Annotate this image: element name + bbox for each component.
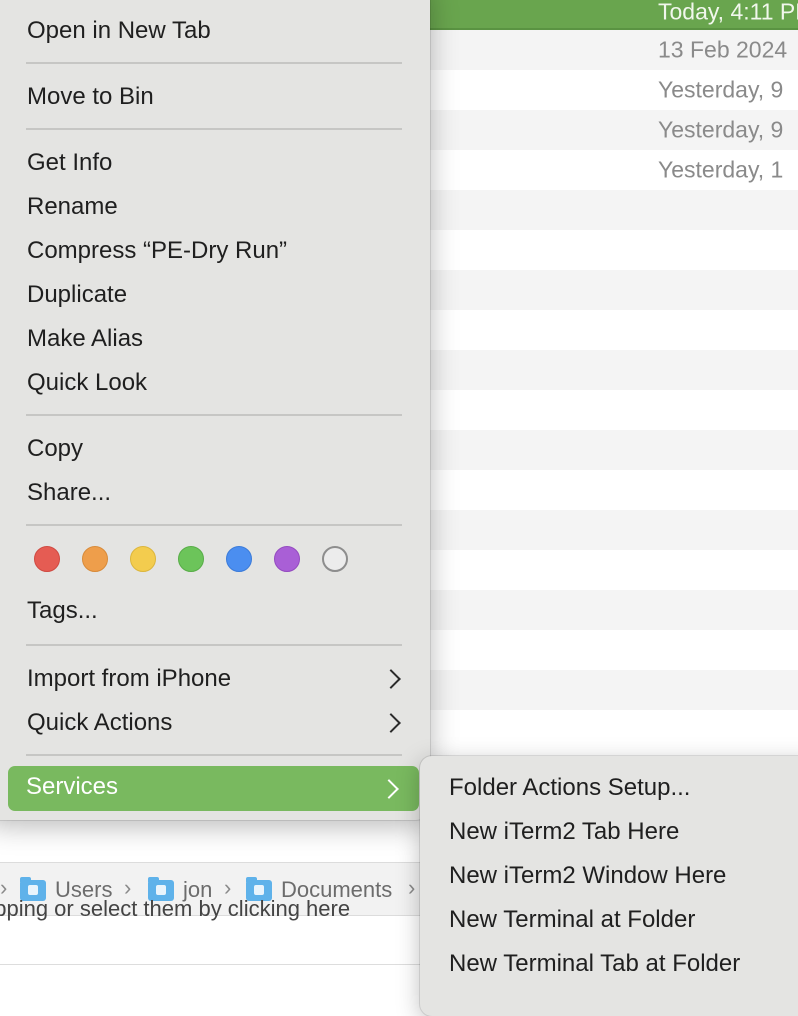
- tag-gray[interactable]: [322, 546, 348, 572]
- menu-item-services[interactable]: Services: [8, 766, 419, 811]
- menu-separator: [26, 524, 402, 526]
- chevron-right-icon: [379, 779, 399, 799]
- menu-separator: [26, 414, 402, 416]
- chevron-right-icon: [381, 713, 401, 733]
- menu-item-open-in-new-tab[interactable]: Open in New Tab: [27, 16, 211, 46]
- submenu-item-new-iterm2-window[interactable]: New iTerm2 Window Here: [449, 861, 726, 891]
- tag-yellow[interactable]: [130, 546, 156, 572]
- submenu-item-new-terminal-tab-at-folder[interactable]: New Terminal Tab at Folder: [449, 949, 740, 979]
- tag-purple[interactable]: [274, 546, 300, 572]
- tag-blue[interactable]: [226, 546, 252, 572]
- menu-item-rename[interactable]: Rename: [27, 192, 118, 222]
- menu-item-move-to-bin[interactable]: Move to Bin: [27, 82, 154, 112]
- menu-separator: [26, 754, 402, 756]
- file-date: Today, 4:11 PM: [658, 0, 798, 25]
- menu-item-duplicate[interactable]: Duplicate: [27, 280, 127, 310]
- menu-item-get-info[interactable]: Get Info: [27, 148, 112, 178]
- submenu-item-folder-actions-setup[interactable]: Folder Actions Setup...: [449, 773, 690, 803]
- menu-separator: [26, 62, 402, 64]
- menu-item-share[interactable]: Share...: [27, 478, 111, 508]
- menu-item-quick-actions[interactable]: Quick Actions: [27, 708, 172, 738]
- menu-item-import-from-iphone[interactable]: Import from iPhone: [27, 664, 231, 694]
- menu-item-tags[interactable]: Tags...: [27, 596, 98, 626]
- file-date: Yesterday, 9: [658, 76, 784, 103]
- menu-item-compress[interactable]: Compress “PE-Dry Run”: [27, 236, 287, 266]
- submenu-item-new-iterm2-tab[interactable]: New iTerm2 Tab Here: [449, 817, 679, 847]
- menu-item-copy[interactable]: Copy: [27, 434, 83, 464]
- tag-green[interactable]: [178, 546, 204, 572]
- file-date: 13 Feb 2024: [658, 36, 788, 63]
- menu-item-make-alias[interactable]: Make Alias: [27, 324, 143, 354]
- context-menu: Open in New Tab Move to Bin Get Info Ren…: [0, 0, 430, 820]
- submenu-item-new-terminal-at-folder[interactable]: New Terminal at Folder: [449, 905, 695, 935]
- menu-item-quick-look[interactable]: Quick Look: [27, 368, 147, 398]
- tag-red[interactable]: [34, 546, 60, 572]
- file-date: Yesterday, 1: [658, 156, 784, 183]
- menu-item-services-label: Services: [26, 773, 119, 800]
- drop-hint-text: opping or select them by clicking here: [0, 896, 351, 921]
- chevron-right-icon: [381, 669, 401, 689]
- menu-separator: [26, 644, 402, 646]
- menu-separator: [26, 128, 402, 130]
- services-submenu: Folder Actions Setup... New iTerm2 Tab H…: [420, 756, 798, 1016]
- path-separator: ›: [408, 875, 416, 900]
- file-date: Yesterday, 9: [658, 116, 784, 143]
- tag-orange[interactable]: [82, 546, 108, 572]
